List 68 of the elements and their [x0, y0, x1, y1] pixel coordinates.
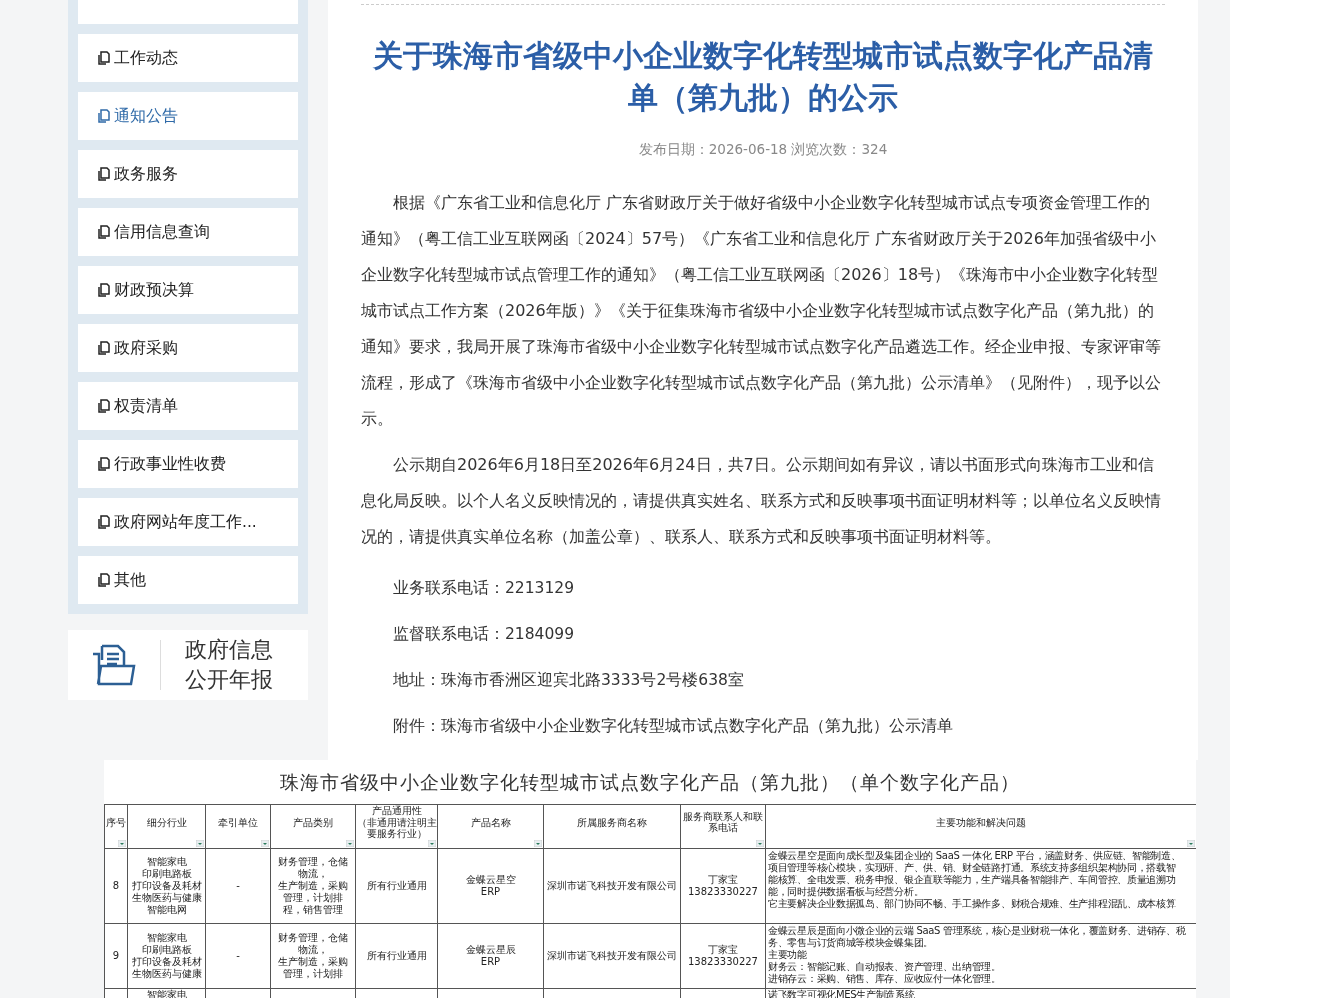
- contact-line: 地址：珠海市香洲区迎宾北路3333号2号楼638室: [393, 670, 745, 691]
- document-icon: [98, 283, 110, 297]
- sidebar-item[interactable]: 通知公告: [78, 92, 298, 140]
- column-header: 主要功能和解决问题: [936, 816, 1026, 828]
- document-icon: [98, 515, 110, 529]
- column-header: 产品通用性 （非通用请注明主 要服务行业）: [356, 805, 437, 840]
- column-header: 产品名称: [470, 816, 511, 828]
- table-cell: 深圳市诺飞科技开发有限公司: [547, 949, 677, 962]
- table-cell: -: [236, 879, 240, 892]
- article-paragraph: 根据《广东省工业和信息化厅 广东省财政厅关于做好省级中小企业数字化转型城市试点专项资金管理工作的通知》（粤工信工业互联网函〔2024〕57号）《广东省工业和信息化厅 广东省财政厅关于2026年加强省级中小企业数字化转型城市试点管理工作的通知》（粤工信工业互联网函〔2026〕18号）《珠海市中小企业数字化转型城市试点工作方案（2026年版）》《关于征集珠海市省级中小企业数字化转型城市试点数字化产品（第九批）的通知》要求，我局开展了珠海市省级中小企业数字化转型城市试点数字化产品遴选工作。经企业申报、专家评审等流程，形成了《珠海市省级中小企业数字化转型城市试点数字化产品（第九批）公示清单》（见附件），现予以公示。: [361, 192, 1162, 430]
- table-cell: 智能家电 印刷电路板 打印设备及耗材 生物医药与健康: [131, 931, 202, 980]
- filter-dropdown-icon[interactable]: [428, 839, 436, 847]
- sidebar-item[interactable]: 权责清单: [78, 382, 298, 430]
- sidebar-item[interactable]: 政府网站年度工作...: [78, 498, 298, 546]
- filter-dropdown-icon[interactable]: [534, 839, 542, 847]
- table-cell: 金蝶云星空 ERP: [465, 873, 516, 898]
- table-cell: 智能家电 印刷电路板 打印设备及耗材 生物医药与健康 智能电网: [131, 855, 202, 916]
- article-paragraph: 公示期自2026年6月18日至2026年6月24日，共7日。公示期间如有异议，请以书面形式向珠海市工业和信息化局反映。以个人名义反映情况的，请提供真实姓名、联系方式和反映事项书面证明材料等；以单位名义反映情况的，请提供真实单位名称（加盖公章）、联系人、联系方式和反映事项书面证明材料等。: [361, 454, 1162, 548]
- column-header: 所属服务商名称: [577, 816, 647, 828]
- filter-dropdown-icon[interactable]: [756, 839, 764, 847]
- sidebar-item[interactable]: 工作动态: [78, 34, 298, 82]
- table-cell: 深圳市诺飞科技开发有限公司: [547, 879, 677, 892]
- banner-text: 政府信息: [185, 636, 273, 664]
- document-icon: [98, 225, 110, 239]
- folder-document-icon: [90, 642, 136, 688]
- table-cell: 金蝶云星辰 ERP: [465, 943, 516, 968]
- table-cell: 8: [112, 879, 120, 892]
- contact-line: 附件：珠海市省级中小企业数字化转型城市试点数字化产品（第九批）公示清单: [393, 716, 954, 737]
- document-icon: [98, 167, 110, 181]
- banner-text: 公开年报: [185, 666, 273, 694]
- filter-dropdown-icon[interactable]: [261, 839, 269, 847]
- filter-dropdown-icon[interactable]: [118, 839, 126, 847]
- article-meta: 发布日期：2026-06-18 浏览次数：324: [637, 141, 889, 159]
- sidebar-item[interactable]: 政务服务: [78, 150, 298, 198]
- column-header: 牵引单位: [218, 816, 258, 828]
- table-cell: 所有行业通用: [366, 949, 427, 962]
- filter-dropdown-icon[interactable]: [346, 839, 354, 847]
- filter-dropdown-icon[interactable]: [1187, 839, 1195, 847]
- table-cell: -: [236, 949, 240, 962]
- contact-line: 监督联系电话：2184099: [393, 624, 576, 645]
- sidebar-item[interactable]: 政府采购: [78, 324, 298, 372]
- table-cell: 丁家宝 13823330227: [688, 943, 758, 968]
- table-cell: 9: [112, 949, 120, 962]
- document-icon: [98, 399, 110, 413]
- filter-dropdown-icon[interactable]: [196, 839, 204, 847]
- column-header: 产品类别: [293, 816, 333, 828]
- sidebar-item[interactable]: 信用信息查询: [78, 208, 298, 256]
- table-cell: 金蝶云星辰是面向小微企业的云端 SaaS 管理系统，核心是业财税一体化，覆盖财务、进销存、税 务、零售与订货商城等模块金蝶集团。 主要功能 财务云：智能记账、自动报表、资产管理、出纳管理。 进销存云：采购、销售、库存、应收应付一体化管理。: [768, 924, 1186, 985]
- document-icon: [98, 573, 110, 587]
- annual-report-banner[interactable]: 政府信息 公开年报: [68, 630, 308, 700]
- table-caption: 珠海市省级中小企业数字化转型城市试点数字化产品（第九批）（单个数字化产品）: [279, 770, 1021, 795]
- document-icon: [98, 51, 110, 65]
- table-cell: 财务管理，仓储 物流， 生产制造，采购 管理，计划排: [278, 931, 348, 980]
- sidebar-item[interactable]: 其他: [78, 556, 298, 604]
- article-title: 关于珠海市省级中小企业数字化转型城市试点数字化产品清单（第九批）的公示: [372, 37, 1154, 117]
- document-icon: [98, 109, 110, 123]
- table-cell: 金蝶云星空是面向成长型及集团企业的 SaaS 一体化 ERP 平台，涵盖财务、供应链、智能制造、 项目管理等核心模块，实现研、产、供、销、财全链路打通。系统支持多组织架构协同，搭载智 能核算、全电发票、税务申报、银企直联等能力，生产端具备智能排产、车间管控、质量追溯功 能，同时提供数据看板与经营分析。 它主要解决企业数据孤岛、部门协同不畅、手工操作多、财税合规难、生产排程混乱、成本核算: [768, 849, 1181, 910]
- column-header: 细分行业: [146, 816, 187, 828]
- document-icon: [98, 457, 110, 471]
- sidebar-item[interactable]: 财政预决算: [78, 266, 298, 314]
- document-icon: [98, 341, 110, 355]
- table-cell: 丁家宝 13823330227: [688, 873, 758, 898]
- table-cell: 财务管理，仓储 物流， 生产制造，采购 管理，计划排 程，销售管理: [278, 855, 348, 916]
- contact-line: 业务联系电话：2213129: [393, 578, 576, 599]
- table-cell: 所有行业通用: [366, 879, 427, 892]
- column-header: 序号: [106, 816, 126, 828]
- sidebar-item[interactable]: 行政事业性收费: [78, 440, 298, 488]
- column-header: 服务商联系人和联 系电话: [683, 810, 763, 834]
